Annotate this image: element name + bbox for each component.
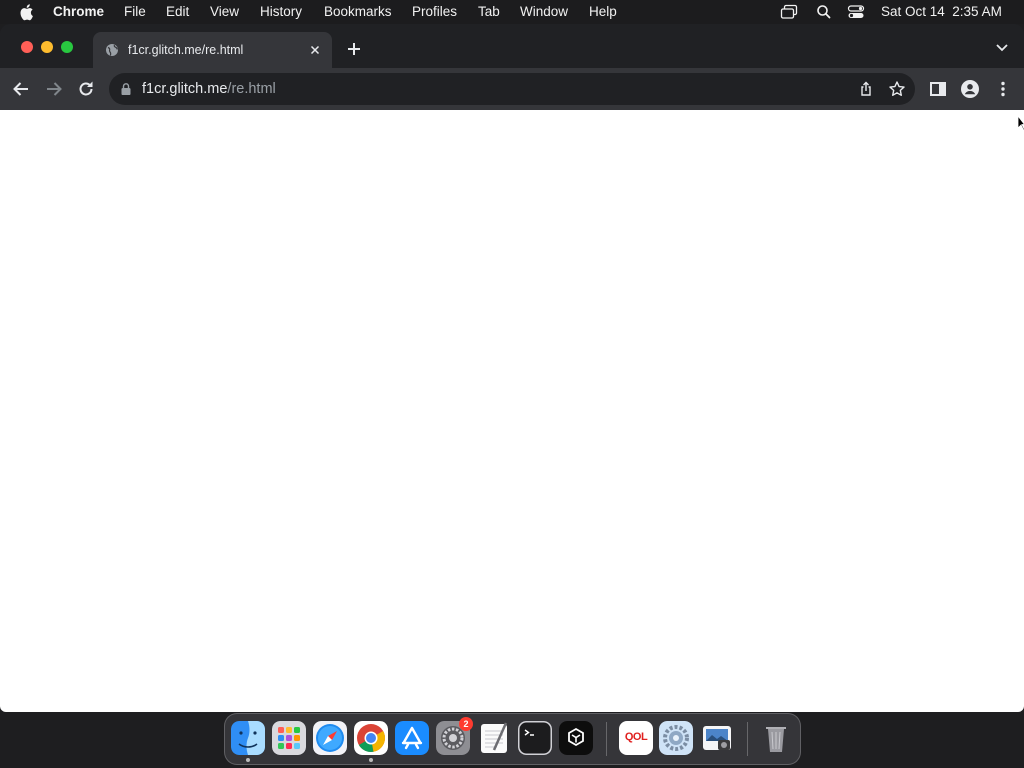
globe-icon xyxy=(106,44,118,56)
menu-history[interactable]: History xyxy=(260,4,302,20)
url-host: f1cr.glitch.me xyxy=(142,81,228,97)
menu-app-name[interactable]: Chrome xyxy=(53,4,104,20)
back-arrow-icon[interactable] xyxy=(11,79,31,99)
chatgpt-icon[interactable] xyxy=(559,721,593,755)
window-zoom-button[interactable] xyxy=(61,41,73,53)
tab-close-icon[interactable] xyxy=(307,42,323,58)
trash-icon[interactable] xyxy=(759,721,793,755)
safari-icon[interactable] xyxy=(313,721,347,755)
lock-icon[interactable] xyxy=(120,82,132,96)
finder-running-indicator xyxy=(246,758,250,762)
menu-profiles[interactable]: Profiles xyxy=(412,4,457,20)
menu-file[interactable]: File xyxy=(124,4,146,20)
spotlight-search-icon[interactable] xyxy=(815,4,833,20)
apple-menu-icon[interactable] xyxy=(19,3,35,21)
menu-clock[interactable]: Sat Oct 14 2:35 AM xyxy=(881,4,1002,20)
profile-avatar-icon[interactable] xyxy=(960,79,980,99)
side-panel-icon[interactable] xyxy=(928,79,948,99)
finder-icon[interactable] xyxy=(231,721,265,755)
screen-mirroring-icon[interactable] xyxy=(780,4,798,20)
chrome-running-indicator xyxy=(369,758,373,762)
forward-arrow-icon[interactable] xyxy=(44,79,64,99)
launchpad-icon[interactable] xyxy=(272,721,306,755)
browser-window: f1cr.glitch.me/re.html f1cr.glitch.me/re… xyxy=(0,24,1024,712)
bookmark-star-icon[interactable] xyxy=(888,80,906,98)
tab-active[interactable]: f1cr.glitch.me/re.html xyxy=(93,32,332,68)
menu-view[interactable]: View xyxy=(210,4,239,20)
menu-bookmarks[interactable]: Bookmarks xyxy=(324,4,392,20)
qol-icon[interactable]: QOL xyxy=(619,721,653,755)
terminal-icon[interactable] xyxy=(518,721,552,755)
app-store-icon[interactable] xyxy=(395,721,429,755)
chrome-icon[interactable] xyxy=(354,721,388,755)
preview-icon[interactable] xyxy=(700,721,734,755)
control-center-icon[interactable] xyxy=(847,4,865,20)
menu-help[interactable]: Help xyxy=(589,4,617,20)
utility-gear-icon[interactable] xyxy=(659,721,693,755)
more-menu-icon[interactable] xyxy=(993,79,1013,99)
browser-toolbar: f1cr.glitch.me/re.html xyxy=(0,68,1024,110)
qol-icon-label: QOL xyxy=(624,731,648,743)
window-close-button[interactable] xyxy=(21,41,33,53)
reload-icon[interactable] xyxy=(76,79,96,99)
system-settings-badge: 2 xyxy=(459,717,473,731)
mouse-cursor-icon xyxy=(1017,115,1024,131)
tab-search-chevron-icon[interactable] xyxy=(994,42,1010,54)
textedit-icon[interactable] xyxy=(477,721,511,755)
share-icon[interactable] xyxy=(857,80,875,98)
url-text[interactable]: f1cr.glitch.me/re.html xyxy=(142,80,276,98)
menu-window[interactable]: Window xyxy=(520,4,568,20)
url-path: /re.html xyxy=(227,81,276,97)
window-minimize-button[interactable] xyxy=(41,41,53,53)
address-bar[interactable]: f1cr.glitch.me/re.html xyxy=(109,73,915,105)
menu-tab[interactable]: Tab xyxy=(478,4,500,20)
dock-separator-2 xyxy=(747,722,748,756)
tab-strip: f1cr.glitch.me/re.html xyxy=(0,24,1024,68)
menu-edit[interactable]: Edit xyxy=(166,4,189,20)
new-tab-icon[interactable] xyxy=(345,40,363,58)
dock: 2 QOL xyxy=(224,713,801,765)
menu-bar: Chrome File Edit View History Bookmarks … xyxy=(0,0,1024,24)
tab-title: f1cr.glitch.me/re.html xyxy=(128,43,244,57)
dock-separator xyxy=(606,722,607,756)
page-content[interactable] xyxy=(0,110,1024,712)
